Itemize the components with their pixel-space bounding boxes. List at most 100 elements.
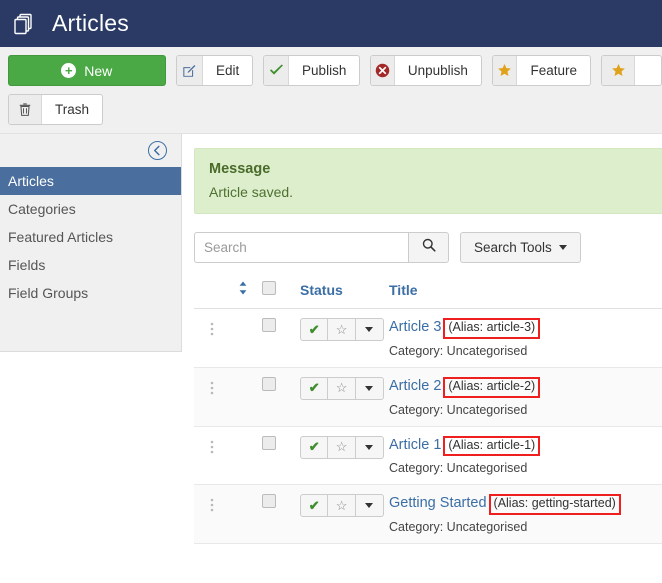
chevron-down-icon — [558, 245, 567, 250]
unpublish-button[interactable]: Unpublish — [370, 55, 482, 86]
drag-dots-icon[interactable] — [194, 377, 224, 397]
sort-updown-icon[interactable] — [224, 281, 248, 298]
checkbox-icon[interactable] — [262, 435, 276, 450]
trash-button[interactable]: Trash — [8, 94, 104, 125]
checkbox-icon[interactable] — [262, 494, 276, 509]
star-outline-icon: ☆ — [335, 497, 348, 513]
article-link[interactable]: Getting Started — [389, 495, 487, 511]
row-spacer — [224, 308, 262, 368]
row-title-cell: Article 3 (Alias: article-3) Category: U… — [389, 308, 662, 368]
sidebar-item-featured-articles[interactable]: Featured Articles — [0, 223, 181, 251]
table-header-row: Status Title — [194, 277, 662, 309]
th-sort[interactable] — [224, 277, 262, 309]
sidebar-item-articles[interactable]: Articles — [0, 167, 181, 195]
status-dropdown[interactable] — [355, 318, 384, 341]
magnifier-icon — [422, 238, 436, 257]
publish-toggle[interactable]: ✔ — [300, 376, 329, 400]
search-tools-button[interactable]: Search Tools — [460, 232, 581, 263]
publish-toggle[interactable]: ✔ — [300, 494, 329, 518]
star-outline-icon: ☆ — [335, 439, 348, 454]
check-icon — [264, 56, 290, 85]
sidebar-item-label: Categories — [8, 201, 76, 217]
publish-toggle[interactable]: ✔ — [300, 318, 329, 341]
checkbox-icon[interactable] — [262, 376, 276, 391]
status-dropdown[interactable] — [355, 435, 384, 459]
sidebar-item-fields[interactable]: Fields — [0, 251, 181, 279]
checkbox-icon[interactable] — [262, 318, 276, 332]
row-checkbox-cell[interactable] — [262, 367, 300, 427]
th-select-all[interactable] — [262, 277, 300, 309]
drag-dots-icon[interactable] — [194, 494, 224, 514]
check-icon: ✔ — [308, 321, 320, 337]
row-drag-handle[interactable] — [194, 367, 224, 427]
drag-dots-icon[interactable] — [194, 318, 224, 338]
star-outline-icon: ☆ — [335, 380, 348, 396]
row-checkbox-cell[interactable] — [262, 308, 300, 368]
feature-toggle[interactable]: ☆ — [328, 318, 356, 341]
plus-circle-icon: + — [61, 63, 77, 78]
row-checkbox-cell[interactable] — [262, 484, 300, 544]
article-link[interactable]: Article 3 — [389, 319, 441, 335]
sidebar-item-categories[interactable]: Categories — [0, 195, 181, 223]
search-bar: Search Tools — [194, 232, 662, 263]
row-drag-handle[interactable] — [194, 426, 224, 486]
feature-button[interactable]: Feature — [491, 55, 592, 86]
new-button[interactable]: + New — [8, 55, 166, 86]
row-status-cell: ✔ ☆ — [300, 484, 389, 544]
search-button[interactable] — [408, 232, 449, 263]
publish-button[interactable]: Publish — [263, 55, 361, 86]
row-drag-handle[interactable] — [194, 308, 224, 368]
alias-highlight: (Alias: article-2) — [443, 376, 541, 398]
chevron-down-icon — [365, 503, 374, 509]
article-link[interactable]: Article 2 — [389, 378, 441, 394]
title-line: Article 3 (Alias: article-3) — [389, 318, 662, 339]
unfeature-button-truncated[interactable] — [601, 55, 662, 86]
title-line: Article 1 (Alias: article-1) — [389, 435, 662, 457]
search-input[interactable] — [194, 232, 408, 263]
feature-toggle[interactable]: ☆ — [328, 376, 356, 400]
sidebar-collapse-row — [0, 134, 181, 167]
status-dropdown[interactable] — [355, 376, 384, 400]
check-icon: ✔ — [308, 497, 320, 513]
feature-toggle[interactable]: ☆ — [328, 435, 356, 459]
edit-button[interactable]: Edit — [175, 55, 254, 86]
alias-highlight: (Alias: getting-started) — [488, 494, 621, 515]
article-link[interactable]: Article 1 — [389, 437, 441, 453]
th-handle — [194, 277, 224, 309]
status-dropdown[interactable] — [355, 494, 384, 518]
drag-dots-icon[interactable] — [194, 436, 224, 456]
trash-button-label: Trash — [55, 102, 90, 117]
row-drag-handle[interactable] — [194, 484, 224, 544]
status-button-group: ✔ ☆ — [300, 376, 384, 400]
search-group — [194, 232, 449, 263]
unfeature-button-label — [635, 56, 661, 85]
row-checkbox-cell[interactable] — [262, 426, 300, 486]
publish-toggle[interactable]: ✔ — [300, 435, 329, 459]
sidebar-item-label: Field Groups — [8, 285, 89, 301]
checkbox-icon[interactable] — [262, 281, 276, 295]
alert-text: Article saved. — [209, 184, 294, 200]
title-line: Getting Started (Alias: getting-started) — [389, 494, 662, 515]
page-title: Articles — [52, 10, 130, 36]
status-button-group: ✔ ☆ — [300, 318, 384, 341]
circle-arrow-left-icon[interactable] — [148, 141, 167, 160]
check-icon: ✔ — [308, 439, 320, 454]
category-label: Category: Uncategorised — [389, 343, 528, 358]
toolbar-row-secondary: Trash — [8, 94, 662, 125]
sidebar-item-label: Featured Articles — [8, 229, 114, 245]
row-status-cell: ✔ ☆ — [300, 308, 389, 368]
check-icon: ✔ — [308, 380, 320, 396]
alias-highlight: (Alias: article-3) — [443, 318, 541, 339]
star-icon — [602, 56, 636, 85]
star-outline-icon: ☆ — [335, 321, 348, 337]
th-title[interactable]: Title — [389, 277, 662, 309]
search-tools-label: Search Tools — [474, 240, 552, 255]
feature-toggle[interactable]: ☆ — [328, 494, 356, 518]
publish-button-label: Publish — [302, 63, 347, 78]
sidebar: Articles Categories Featured Articles Fi… — [0, 134, 182, 352]
articles-table: Status Title ✔ ☆ Article 3 (Alias: artic… — [194, 277, 662, 544]
row-status-cell: ✔ ☆ — [300, 367, 389, 427]
th-status[interactable]: Status — [300, 277, 389, 309]
status-button-group: ✔ ☆ — [300, 494, 384, 518]
sidebar-item-field-groups[interactable]: Field Groups — [0, 279, 181, 307]
